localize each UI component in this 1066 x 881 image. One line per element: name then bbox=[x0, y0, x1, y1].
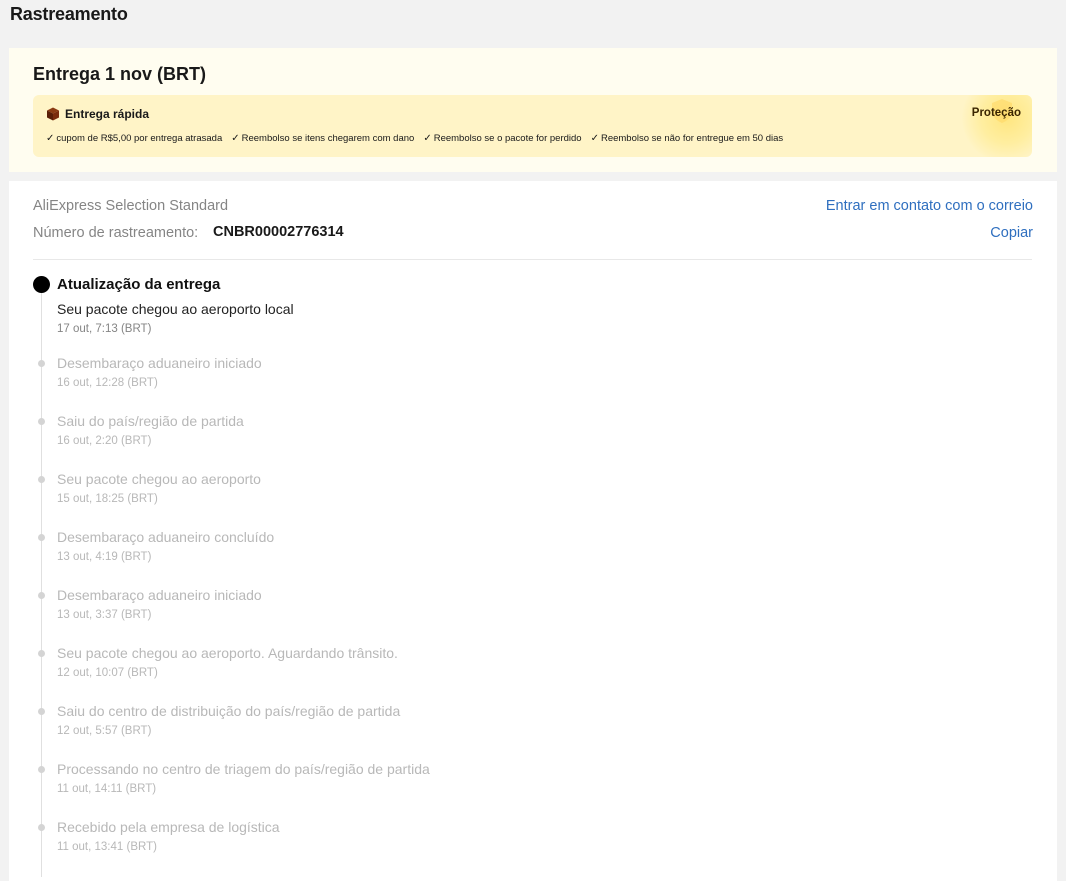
carrier-name: AliExpress Selection Standard bbox=[33, 198, 229, 214]
fast-delivery-label: Entrega rápida bbox=[65, 107, 150, 121]
divider bbox=[33, 259, 1032, 260]
event-title: Desembaraço aduaneiro iniciado bbox=[57, 587, 262, 603]
event-title: Desembaraço aduaneiro concluído bbox=[57, 529, 275, 545]
latest-update-heading: Atualização da entrega bbox=[57, 276, 221, 293]
event-title: Desembaraço aduaneiro iniciado bbox=[57, 355, 262, 371]
event-time: 12 out, 10:07 (BRT) bbox=[57, 667, 158, 679]
timeline-dot-active bbox=[33, 276, 50, 293]
timeline-dot bbox=[38, 708, 45, 715]
delivery-date-title: Entrega 1 nov (BRT) bbox=[33, 64, 207, 84]
event-time: 16 out, 12:28 (BRT) bbox=[57, 377, 158, 389]
event-time: 11 out, 14:11 (BRT) bbox=[57, 783, 157, 795]
timeline-dot bbox=[38, 476, 45, 483]
page-title: Rastreamento bbox=[10, 4, 128, 24]
guarantee-item: ✓ Reembolso se itens chegarem com dano bbox=[231, 133, 415, 144]
event-title: Seu pacote chegou ao aeroporto bbox=[57, 471, 261, 487]
timeline-event: Saiu do país/região de partida 16 out, 2… bbox=[33, 411, 833, 469]
timeline-event: Desembaraço aduaneiro iniciado 16 out, 1… bbox=[33, 353, 833, 411]
timeline-event: Desembaraço aduaneiro concluído 13 out, … bbox=[33, 527, 833, 585]
event-time: 11 out, 13:41 (BRT) bbox=[57, 841, 157, 853]
timeline-event: Processando no centro de triagem do país… bbox=[33, 759, 833, 817]
timeline-event: Desembaraço aduaneiro iniciado 13 out, 3… bbox=[33, 585, 833, 643]
guarantee-item: ✓ Reembolso se o pacote for perdido bbox=[423, 133, 582, 144]
event-title: Saiu do país/região de partida bbox=[57, 413, 244, 429]
fast-delivery-badge: Entrega rápida bbox=[46, 107, 149, 121]
timeline-event-latest: Atualização da entrega Seu pacote chegou… bbox=[33, 275, 833, 353]
timeline-event: Seu pacote chegou ao aeroporto. Aguardan… bbox=[33, 643, 833, 701]
check-icon: ✓ bbox=[231, 133, 240, 144]
guarantee-item: ✓ Reembolso se não for entregue em 50 dia… bbox=[590, 133, 784, 144]
timeline-dot bbox=[38, 650, 45, 657]
tracking-number-label: Número de rastreamento: bbox=[33, 225, 199, 241]
event-title: Processando no centro de triagem do país… bbox=[57, 761, 430, 777]
tracking-card: AliExpress Selection Standard Número de … bbox=[9, 181, 1057, 881]
event-title: Seu pacote chegou ao aeroporto. Aguardan… bbox=[57, 645, 398, 661]
event-time: 16 out, 2:20 (BRT) bbox=[57, 435, 152, 447]
event-title: Recebido pela empresa de logística bbox=[57, 819, 280, 835]
copy-tracking-button[interactable]: Copiar bbox=[990, 225, 1033, 241]
event-time: 17 out, 7:13 (BRT) bbox=[57, 323, 152, 335]
timeline-event: Saiu do centro de distribuição do país/r… bbox=[33, 701, 833, 759]
guarantee-item: ✓ cupom de R$5,00 por entrega atrasada bbox=[46, 133, 223, 144]
timeline-dot bbox=[38, 592, 45, 599]
timeline-event: Recebido pela empresa de logística 11 ou… bbox=[33, 817, 833, 875]
fast-delivery-promo: Entrega rápida ✓ cupom de R$5,00 por entr… bbox=[33, 95, 1032, 157]
delivery-card: Entrega 1 nov (BRT) Entrega rápida ✓ cupo… bbox=[9, 48, 1057, 172]
check-icon: ✓ bbox=[423, 133, 432, 144]
timeline-dot bbox=[38, 534, 45, 541]
check-icon: ✓ bbox=[590, 133, 599, 144]
guarantee-list: ✓ cupom de R$5,00 por entrega atrasada ✓ R… bbox=[46, 133, 783, 144]
timeline-dot bbox=[38, 824, 45, 831]
event-time: 15 out, 18:25 (BRT) bbox=[57, 493, 158, 505]
event-time: 12 out, 5:57 (BRT) bbox=[57, 725, 152, 737]
event-time: 13 out, 3:37 (BRT) bbox=[57, 609, 152, 621]
event-time: 13 out, 4:19 (BRT) bbox=[57, 551, 152, 563]
package-icon bbox=[46, 107, 60, 121]
event-title: Seu pacote chegou ao aeroporto local bbox=[57, 301, 294, 317]
timeline-dot bbox=[38, 360, 45, 367]
timeline-dot bbox=[38, 418, 45, 425]
protection-label[interactable]: Proteção bbox=[972, 107, 1021, 119]
timeline-event: Seu pacote chegou ao aeroporto 15 out, 1… bbox=[33, 469, 833, 527]
timeline-dot bbox=[38, 766, 45, 773]
tracking-number: CNBR00002776314 bbox=[213, 224, 344, 240]
check-icon: ✓ bbox=[46, 133, 55, 144]
tracking-timeline: Atualização da entrega Seu pacote chegou… bbox=[33, 275, 833, 877]
event-title: Saiu do centro de distribuição do país/r… bbox=[57, 703, 401, 719]
contact-carrier-link[interactable]: Entrar em contato com o correio bbox=[826, 198, 1033, 214]
